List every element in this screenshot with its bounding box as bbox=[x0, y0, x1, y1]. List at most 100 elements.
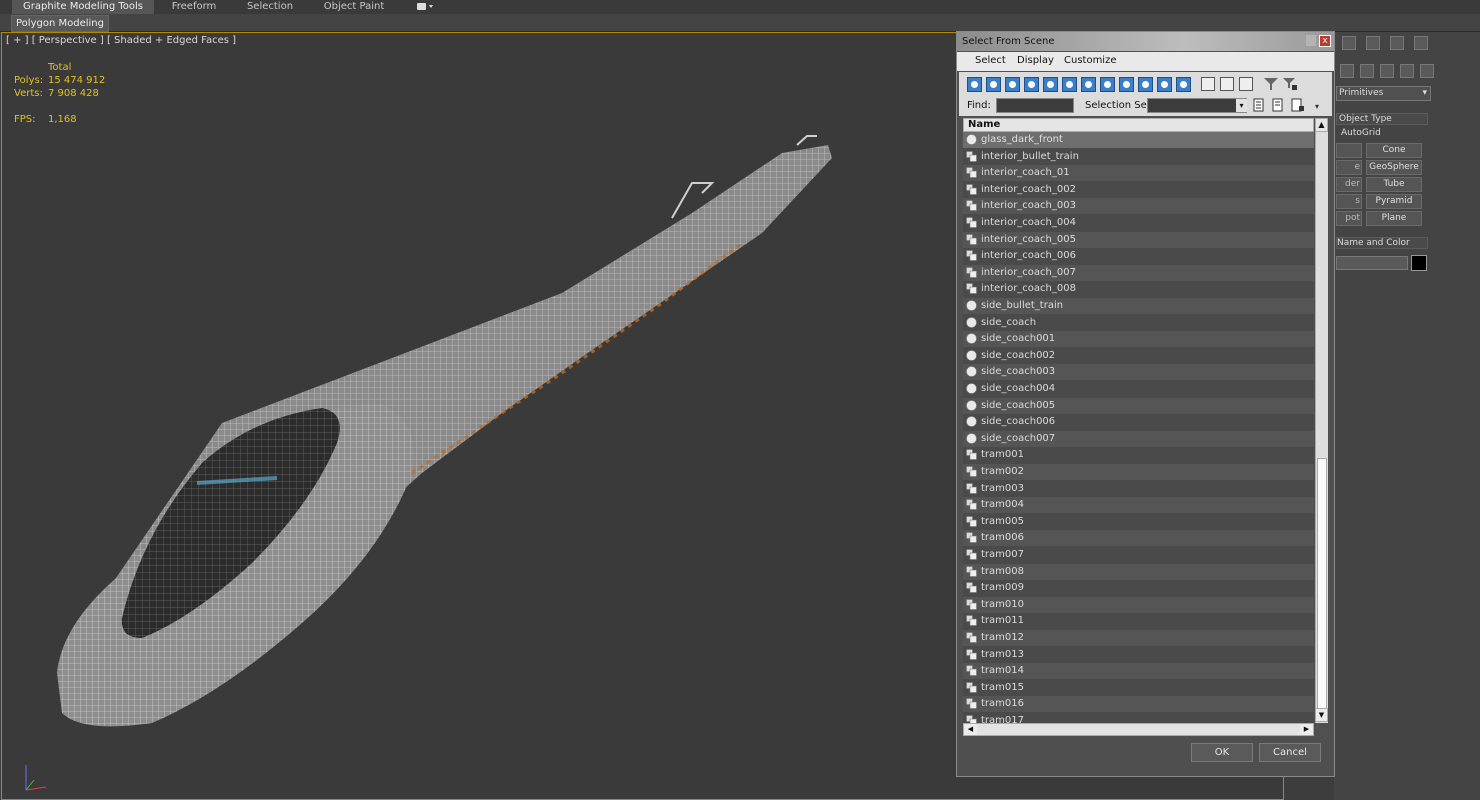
sphere-button[interactable]: e bbox=[1336, 160, 1362, 175]
cone-button[interactable]: Cone bbox=[1366, 143, 1422, 158]
list-item[interactable]: tram012 bbox=[963, 630, 1314, 646]
display-geometry-icon[interactable] bbox=[967, 77, 982, 92]
select-all-icon[interactable] bbox=[1253, 98, 1267, 113]
cameras-icon[interactable] bbox=[1400, 64, 1414, 78]
utilities-icon[interactable] bbox=[1414, 36, 1428, 50]
hierarchy-icon[interactable] bbox=[1342, 36, 1356, 50]
display-frozen-icon[interactable] bbox=[1157, 77, 1172, 92]
chevron-down-icon[interactable]: ▾ bbox=[1236, 99, 1247, 112]
list-item[interactable]: tram008 bbox=[963, 563, 1314, 580]
plane-button[interactable]: Plane bbox=[1366, 211, 1422, 226]
list-item[interactable]: side_coach007 bbox=[963, 430, 1314, 447]
list-item[interactable]: interior_coach_006 bbox=[963, 248, 1314, 265]
geosphere-button[interactable]: GeoSphere bbox=[1366, 160, 1422, 175]
list-item[interactable]: side_coach005 bbox=[963, 397, 1314, 414]
list-item[interactable]: interior_coach_002 bbox=[963, 181, 1314, 198]
shapes-icon[interactable] bbox=[1360, 64, 1374, 78]
list-item[interactable]: tram015 bbox=[963, 679, 1314, 696]
list-item[interactable]: tram017 bbox=[963, 713, 1314, 723]
object-list[interactable]: glass_dark_front interior_bullet_train int… bbox=[963, 132, 1314, 723]
list-item[interactable]: tram002 bbox=[963, 464, 1314, 480]
list-item[interactable]: interior_coach_008 bbox=[963, 281, 1314, 298]
list-item[interactable]: tram003 bbox=[963, 480, 1314, 497]
pyramid-button[interactable]: Pyramid bbox=[1366, 194, 1422, 209]
list-item[interactable]: side_coach001 bbox=[963, 331, 1314, 348]
list-item[interactable]: tram001 bbox=[963, 447, 1314, 464]
box-button[interactable] bbox=[1336, 143, 1362, 158]
teapot-button[interactable]: pot bbox=[1336, 211, 1362, 226]
display-spacewarps-icon[interactable] bbox=[1062, 77, 1077, 92]
torus-button[interactable]: s bbox=[1336, 194, 1362, 209]
list-item[interactable]: interior_bullet_train bbox=[963, 148, 1314, 165]
display-xrefs-icon[interactable] bbox=[1100, 77, 1115, 92]
display-hidden-icon[interactable] bbox=[1176, 77, 1191, 92]
list-item[interactable]: side_coach003 bbox=[963, 364, 1314, 381]
list-item[interactable]: tram005 bbox=[963, 513, 1314, 530]
display-bones-icon[interactable] bbox=[1119, 77, 1134, 92]
list-item[interactable]: interior_coach_007 bbox=[963, 264, 1314, 281]
ok-button[interactable]: OK bbox=[1191, 743, 1253, 762]
find-input[interactable] bbox=[996, 98, 1074, 113]
list-item[interactable]: tram016 bbox=[963, 696, 1314, 713]
list-item[interactable]: tram004 bbox=[963, 497, 1314, 514]
display-helpers-icon[interactable] bbox=[1043, 77, 1058, 92]
display-invert-icon[interactable] bbox=[1239, 77, 1253, 91]
list-item[interactable]: interior_coach_01 bbox=[963, 165, 1314, 182]
motion-icon[interactable] bbox=[1366, 36, 1380, 50]
object-name-field[interactable] bbox=[1336, 256, 1408, 270]
list-item[interactable]: side_coach002 bbox=[963, 347, 1314, 364]
tab-freeform[interactable]: Freeform bbox=[160, 0, 228, 14]
scrollbar-thumb[interactable] bbox=[1317, 458, 1327, 718]
scroll-left-icon[interactable]: ◀ bbox=[964, 724, 977, 735]
list-item[interactable]: tram011 bbox=[963, 613, 1314, 630]
cylinder-button[interactable]: der bbox=[1336, 177, 1362, 192]
vertical-scrollbar[interactable] bbox=[1315, 132, 1328, 723]
list-item[interactable]: tram010 bbox=[963, 596, 1314, 613]
display-cameras-icon[interactable] bbox=[1024, 77, 1039, 92]
close-icon[interactable]: x bbox=[1319, 35, 1331, 47]
list-item[interactable]: tram006 bbox=[963, 530, 1314, 547]
list-item[interactable]: tram014 bbox=[963, 663, 1314, 680]
list-item[interactable]: tram009 bbox=[963, 580, 1314, 597]
selection-set-dropdown[interactable] bbox=[1147, 98, 1247, 113]
list-item[interactable]: interior_coach_005 bbox=[963, 231, 1314, 248]
dialog-title-bar[interactable]: Select From Scene x bbox=[957, 32, 1334, 51]
lights-icon[interactable] bbox=[1380, 64, 1394, 78]
list-item[interactable]: side_bullet_train bbox=[963, 298, 1314, 314]
list-item[interactable]: tram013 bbox=[963, 646, 1314, 663]
select-invert-icon[interactable] bbox=[1291, 98, 1305, 113]
display-lights-icon[interactable] bbox=[1005, 77, 1020, 92]
tab-selection[interactable]: Selection bbox=[236, 0, 304, 14]
list-item[interactable]: side_coach bbox=[963, 314, 1314, 331]
polygon-modeling-button[interactable]: Polygon Modeling bbox=[11, 15, 109, 32]
name-column-header[interactable]: Name bbox=[963, 118, 1314, 132]
name-and-color-rollout[interactable]: Name and Color bbox=[1336, 237, 1428, 249]
menu-customize[interactable]: Customize bbox=[1064, 55, 1117, 66]
select-none-icon[interactable] bbox=[1272, 98, 1286, 113]
list-item[interactable]: glass_dark_front bbox=[963, 132, 1314, 148]
tube-button[interactable]: Tube bbox=[1366, 177, 1422, 192]
scroll-down-icon[interactable]: ▼ bbox=[1315, 708, 1328, 722]
chevron-down-icon[interactable]: ▾ bbox=[1315, 102, 1319, 111]
geometry-icon[interactable] bbox=[1340, 64, 1354, 78]
tab-graphite-modeling-tools[interactable]: Graphite Modeling Tools bbox=[12, 0, 154, 14]
dialog-menu-icon[interactable] bbox=[1306, 35, 1316, 46]
helpers-icon[interactable] bbox=[1420, 64, 1434, 78]
list-item[interactable]: interior_coach_003 bbox=[963, 198, 1314, 215]
primitives-dropdown[interactable]: Primitives ▾ bbox=[1336, 86, 1431, 101]
filter-options-icon[interactable] bbox=[1283, 78, 1297, 90]
list-item[interactable]: side_coach006 bbox=[963, 414, 1314, 431]
list-item[interactable]: side_coach004 bbox=[963, 381, 1314, 397]
object-type-rollout[interactable]: Object Type bbox=[1336, 113, 1428, 125]
chevron-up-icon[interactable]: ▲ bbox=[1315, 118, 1328, 132]
display-none-icon[interactable] bbox=[1220, 77, 1234, 91]
menu-select[interactable]: Select bbox=[975, 55, 1006, 66]
list-item[interactable]: interior_coach_004 bbox=[963, 215, 1314, 231]
ribbon-options-dropdown[interactable] bbox=[416, 2, 434, 12]
display-shapes-icon[interactable] bbox=[986, 77, 1001, 92]
autogrid-label[interactable]: AutoGrid bbox=[1341, 128, 1381, 138]
tab-object-paint[interactable]: Object Paint bbox=[312, 0, 396, 14]
horizontal-scrollbar[interactable]: ◀ ▶ bbox=[963, 723, 1314, 736]
display-icon[interactable] bbox=[1390, 36, 1404, 50]
list-item[interactable]: tram007 bbox=[963, 547, 1314, 563]
